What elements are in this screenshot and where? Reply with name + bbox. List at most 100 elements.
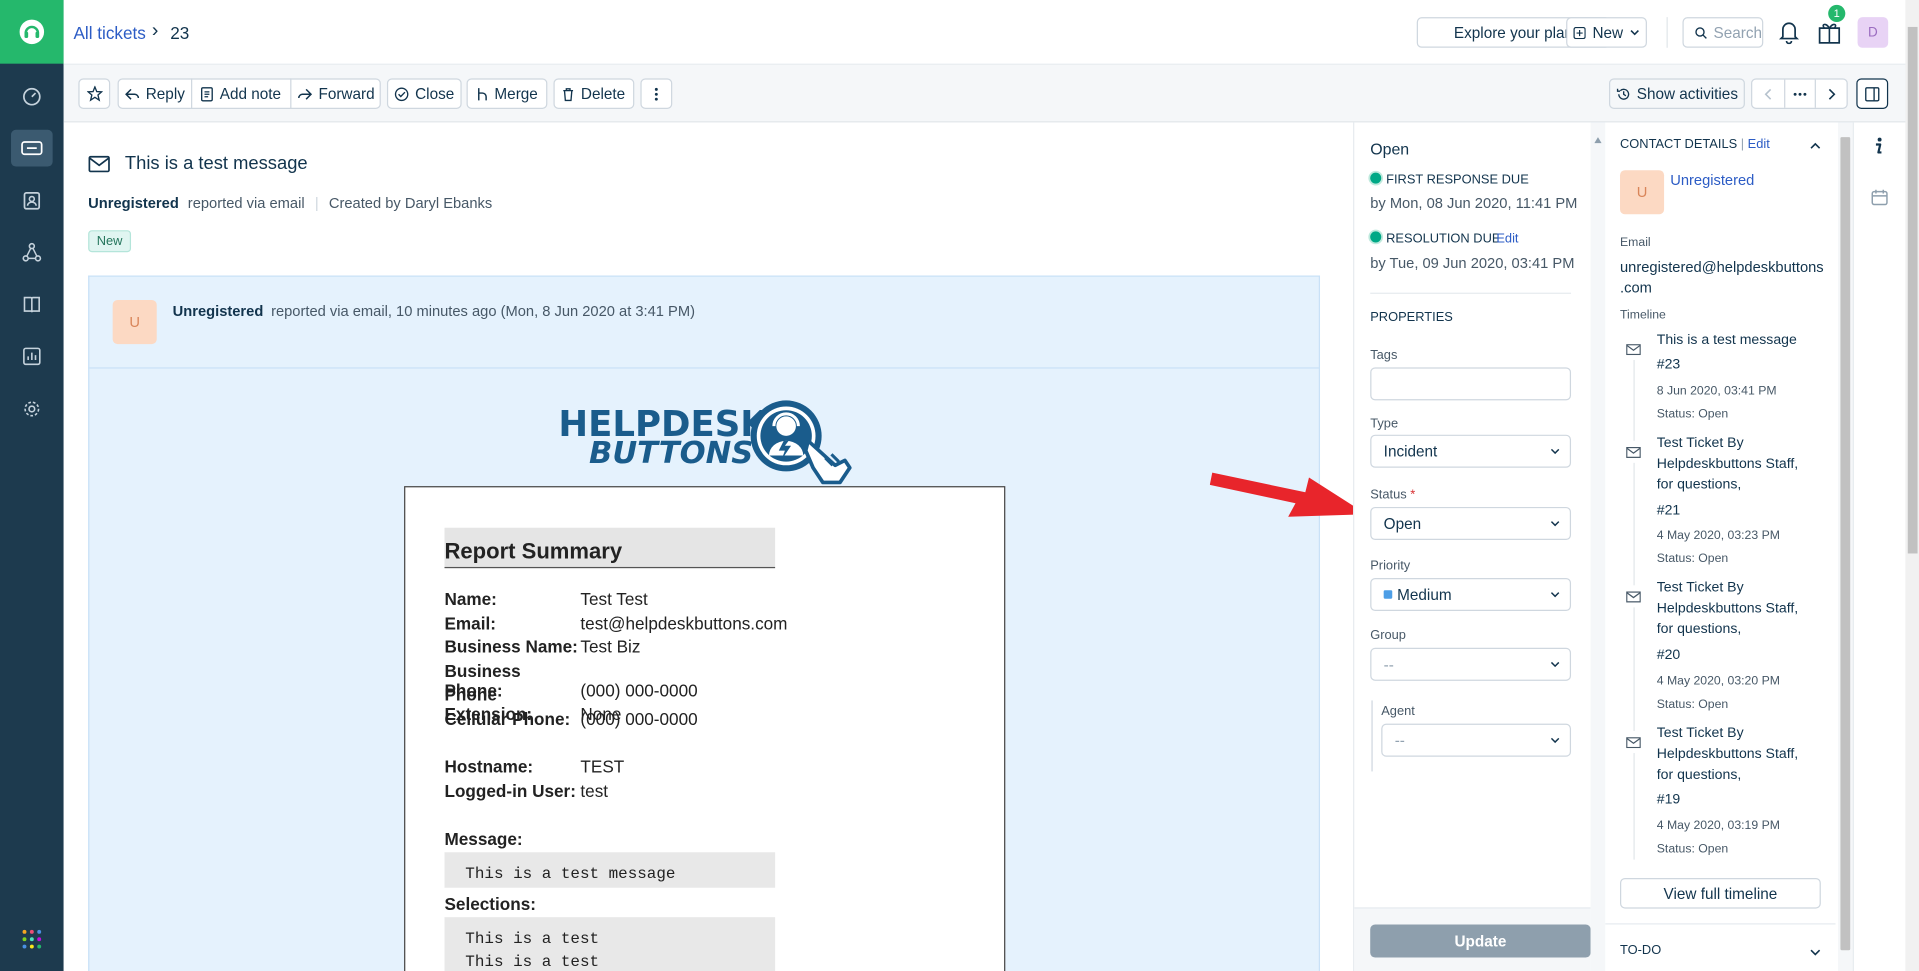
- timeline-item-title[interactable]: This is a test message: [1657, 331, 1797, 352]
- report-field-row: Logged-in User: test: [444, 781, 609, 801]
- sidebar-panel-icon: [1865, 86, 1880, 101]
- explore-plan-label: Explore your plan: [1453, 23, 1574, 42]
- close-ticket-button[interactable]: Close: [386, 78, 462, 109]
- contact-edit-link[interactable]: Edit: [1748, 137, 1770, 152]
- new-dropdown-button[interactable]: New: [1566, 17, 1647, 48]
- search-placeholder: Search: [1713, 23, 1763, 42]
- gift-icon[interactable]: [1817, 20, 1841, 48]
- app-logo[interactable]: [0, 0, 64, 64]
- timeline-item-title[interactable]: Test Ticket By: [1657, 578, 1744, 599]
- social-nav-icon[interactable]: [11, 234, 53, 271]
- check-circle-icon: [394, 86, 409, 101]
- timeline-item-ticket-id[interactable]: #23: [1657, 355, 1680, 376]
- timeline-item-date: 4 May 2020, 03:23 PM: [1656, 528, 1780, 543]
- contacts-nav-icon[interactable]: [11, 182, 53, 219]
- dashboard-nav-icon[interactable]: [11, 78, 53, 115]
- view-full-timeline-button[interactable]: View full timeline: [1620, 877, 1821, 909]
- reported-via: reported via email: [187, 194, 305, 212]
- first-response-label: FIRST RESPONSE DUE: [1386, 172, 1529, 188]
- search-box[interactable]: Search: [1682, 17, 1764, 48]
- merge-button[interactable]: Merge: [466, 78, 548, 109]
- page-scrollbar-thumb[interactable]: [1907, 26, 1918, 554]
- properties-scrollbar-track[interactable]: [1590, 122, 1606, 971]
- delete-button[interactable]: Delete: [553, 78, 635, 109]
- agent-value: --: [1394, 731, 1405, 749]
- timeline-item-title[interactable]: for questions,: [1657, 620, 1742, 641]
- breadcrumb-all-tickets[interactable]: All tickets: [73, 23, 145, 43]
- timeline-item-title[interactable]: for questions,: [1657, 475, 1742, 496]
- timeline-item-ticket-id[interactable]: #19: [1657, 790, 1680, 811]
- left-navigation: [0, 0, 64, 971]
- gift-count-badge: 1: [1828, 4, 1846, 23]
- next-ticket-button[interactable]: [1816, 80, 1848, 108]
- status-select[interactable]: Open: [1370, 506, 1572, 541]
- contact-header: CONTACT DETAILS | Edit: [1620, 137, 1770, 152]
- update-button[interactable]: Update: [1370, 924, 1591, 958]
- add-note-button[interactable]: Add note: [192, 78, 290, 109]
- tags-input[interactable]: [1370, 367, 1572, 401]
- previous-ticket-button[interactable]: [1752, 80, 1784, 108]
- star-button[interactable]: [78, 78, 111, 109]
- star-icon: [86, 85, 103, 102]
- type-label: Type: [1370, 416, 1399, 432]
- scroll-up-arrow-icon[interactable]: [1594, 127, 1602, 144]
- contact-scrollbar-thumb[interactable]: [1840, 137, 1851, 951]
- merge-label: Merge: [494, 85, 538, 103]
- timeline-item-title[interactable]: Helpdeskbuttons Staff,: [1657, 744, 1798, 765]
- notifications-bell-icon[interactable]: [1778, 20, 1800, 48]
- first-response-date: by Mon, 08 Jun 2020, 11:41 PM: [1370, 194, 1578, 212]
- breadcrumb-separator: ›: [151, 20, 159, 42]
- forward-button[interactable]: Forward: [291, 78, 380, 109]
- collapse-chevron-up-icon[interactable]: [1810, 135, 1821, 155]
- show-activities-label: Show activities: [1636, 85, 1738, 103]
- selection-line: This is a test: [465, 952, 600, 971]
- agent-indent-line: [1371, 700, 1373, 772]
- reports-nav-icon[interactable]: [11, 338, 53, 375]
- contact-name-link[interactable]: Unregistered: [1670, 171, 1754, 188]
- timeline-item-ticket-id[interactable]: #20: [1657, 645, 1680, 666]
- status-value: Open: [1383, 514, 1422, 533]
- timeline-item-ticket-id[interactable]: #21: [1657, 501, 1680, 522]
- group-select[interactable]: --: [1370, 647, 1572, 681]
- timeline-item-title[interactable]: Test Ticket By: [1657, 724, 1744, 745]
- more-actions-button[interactable]: [640, 78, 673, 109]
- timeline-item-title[interactable]: Test Ticket By: [1657, 433, 1744, 454]
- timeline-item-title[interactable]: Helpdeskbuttons Staff,: [1657, 454, 1798, 475]
- requester-name[interactable]: Unregistered: [88, 195, 179, 212]
- properties-pane: [1353, 122, 1591, 971]
- todo-divider: [1605, 923, 1836, 925]
- info-icon[interactable]: [1871, 136, 1886, 156]
- sender-name[interactable]: Unregistered: [173, 302, 264, 319]
- reply-button[interactable]: Reply: [118, 78, 193, 109]
- timeline-envelope-icon: [1626, 337, 1641, 361]
- calendar-icon[interactable]: [1871, 189, 1888, 210]
- priority-select[interactable]: Medium: [1370, 577, 1572, 612]
- type-select[interactable]: Incident: [1370, 434, 1572, 468]
- admin-gear-icon[interactable]: [11, 391, 53, 428]
- message-label: Message:: [444, 828, 523, 849]
- toggle-sidebar-button[interactable]: [1856, 78, 1889, 109]
- user-avatar[interactable]: D: [1857, 17, 1889, 48]
- agent-label: Agent: [1381, 704, 1415, 719]
- agent-select[interactable]: --: [1381, 723, 1572, 757]
- right-rail: [1852, 122, 1906, 971]
- conversation-divider: [88, 367, 1321, 369]
- ticket-list-button[interactable]: [1784, 79, 1816, 108]
- group-value: --: [1383, 655, 1394, 673]
- timeline-item-title[interactable]: Helpdeskbuttons Staff,: [1657, 599, 1798, 620]
- timeline-item-title[interactable]: for questions,: [1657, 765, 1742, 786]
- tickets-nav-icon[interactable]: [11, 129, 53, 167]
- message-meta: reported via email, 10 minutes ago (Mon,…: [271, 302, 695, 320]
- solutions-book-icon[interactable]: [11, 287, 53, 324]
- show-activities-button[interactable]: Show activities: [1608, 78, 1745, 109]
- properties-heading: PROPERTIES: [1370, 309, 1453, 325]
- headset-logo-icon: [19, 19, 45, 45]
- apps-grid-icon[interactable]: [11, 921, 53, 958]
- report-field-row: Cellular Phone: (000) 000-0000: [444, 708, 698, 729]
- resolution-edit-link[interactable]: Edit: [1496, 231, 1518, 246]
- merge-icon: [477, 87, 487, 100]
- email-envelope-icon: [88, 155, 110, 177]
- history-clock-icon: [1616, 88, 1629, 100]
- expand-chevron-down-icon[interactable]: [1810, 942, 1821, 962]
- tags-label: Tags: [1370, 347, 1398, 363]
